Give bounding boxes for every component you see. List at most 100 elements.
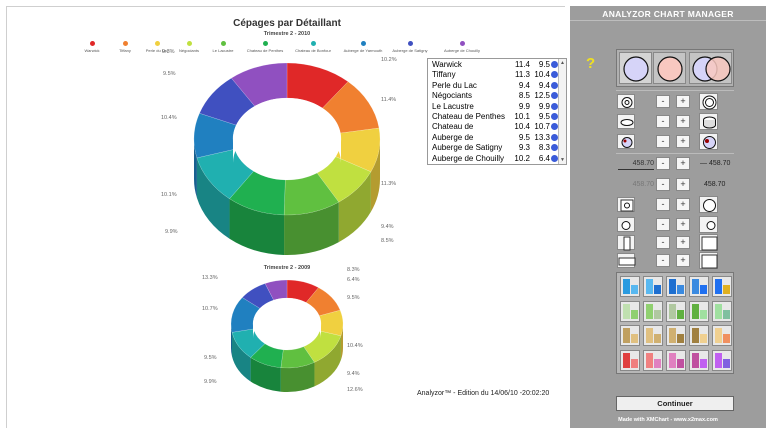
table-row[interactable]: Négociants 8.5 12.5 (430, 91, 558, 102)
palette-bar (669, 303, 676, 319)
row-value-2009: 9.5 (538, 112, 550, 121)
table-scrollbar[interactable]: ▲ ▼ (558, 59, 566, 164)
palette-bar (715, 328, 722, 343)
pie-icon[interactable] (551, 81, 558, 89)
palette-swatch[interactable] (689, 325, 709, 346)
table-row[interactable]: Auberge de 9.5 13.3 (430, 133, 558, 144)
scroll-up-icon[interactable]: ▲ (559, 59, 566, 67)
value-field-1[interactable]: 458.70 (618, 157, 654, 170)
value-display-1: — 458.70 (700, 160, 731, 167)
palette-swatch[interactable] (666, 276, 686, 297)
pct-label: 11.3% (381, 181, 397, 187)
palette-swatch[interactable] (643, 325, 663, 346)
palette-swatch[interactable] (620, 325, 640, 346)
palette-bar (669, 352, 676, 368)
pct-label: 9.5% (163, 71, 176, 77)
row-name: Warwick (432, 60, 462, 69)
plus-button[interactable]: + (676, 135, 690, 148)
large-circle-icon (699, 196, 718, 213)
pie-icon[interactable] (551, 61, 558, 68)
plus-button[interactable]: + (676, 198, 690, 211)
pct-label: 10.1% (161, 192, 177, 198)
plus-button[interactable]: + (676, 157, 690, 170)
minus-button[interactable]: - (656, 218, 670, 231)
value-control-1: 458.70 - + — 458.70 (616, 155, 734, 173)
palette-bar (723, 358, 730, 368)
palette-bar (654, 358, 661, 368)
palette-bar (715, 352, 722, 368)
help-icon[interactable]: ? (586, 55, 595, 72)
minus-button[interactable]: - (656, 115, 670, 128)
table-row[interactable]: Auberge de Chouilly 10.2 6.4 (430, 154, 558, 164)
pie-icon[interactable] (551, 102, 558, 110)
dot-circle-icon (617, 134, 635, 149)
palette-swatch[interactable] (666, 300, 686, 322)
single-pie-button[interactable] (619, 52, 652, 84)
table-row[interactable]: Chateau de 10.4 10.7 (430, 122, 558, 133)
data-table[interactable]: Warwick 11.4 9.5 Tiffany 11.3 10.4 Perle du La… (427, 58, 567, 165)
pie-icon[interactable] (551, 92, 558, 100)
palette-swatch[interactable] (620, 300, 640, 322)
pie-icon[interactable] (551, 133, 558, 141)
minus-button[interactable]: - (656, 157, 670, 170)
palette-swatch[interactable] (620, 276, 640, 297)
palette-swatch[interactable] (712, 325, 732, 346)
palette-swatch[interactable] (712, 300, 732, 322)
minus-button[interactable]: - (656, 198, 670, 211)
minus-button[interactable]: - (656, 236, 670, 249)
palette-swatch[interactable] (643, 349, 663, 371)
palette-bar (669, 328, 676, 343)
plus-button[interactable]: + (676, 218, 690, 231)
palette-swatch[interactable] (689, 276, 709, 297)
pie-icon[interactable] (551, 154, 558, 162)
palette-swatch[interactable] (689, 300, 709, 322)
palette-bar (723, 285, 730, 294)
palette-swatch[interactable] (666, 325, 686, 346)
row-name: Auberge de Satigny (432, 143, 503, 153)
minus-button[interactable]: - (656, 95, 670, 108)
pie-icon[interactable] (551, 123, 558, 131)
pct-label: 10.4% (161, 115, 177, 121)
palette-swatch[interactable] (643, 300, 663, 322)
row-value-2010: 11.4 (515, 60, 530, 69)
edition-footer: Analyzor™ - Edition du 14/06/10 -20:02:2… (417, 390, 550, 397)
value-field-2[interactable]: 458.70 (618, 178, 654, 191)
plus-button[interactable]: + (676, 115, 690, 128)
palette-swatch[interactable] (643, 276, 663, 297)
double-pie-button[interactable] (689, 52, 732, 84)
table-row[interactable]: Warwick 11.4 9.5 (430, 60, 558, 71)
row-name: Chateau de Penthes (432, 112, 505, 121)
plus-button[interactable]: + (676, 178, 690, 191)
palette-swatch[interactable] (712, 349, 732, 371)
palette-swatch[interactable] (689, 349, 709, 371)
width-control: - + (616, 252, 734, 270)
continue-button[interactable]: Continuer (616, 396, 734, 411)
pink-pie-button[interactable] (653, 52, 686, 84)
row-value-2009: 8.3 (538, 143, 550, 153)
plus-button[interactable]: + (676, 95, 690, 108)
plus-button[interactable]: + (676, 236, 690, 249)
row-value-2010: 8.5 (518, 91, 530, 101)
plus-button[interactable]: + (676, 254, 690, 267)
palette-swatch[interactable] (666, 349, 686, 371)
table-row[interactable]: Auberge de Satigny 9.3 8.3 (430, 143, 558, 154)
table-row[interactable]: Le Lacustre 9.9 9.9 (430, 102, 558, 113)
palette-bar (646, 279, 653, 294)
table-row[interactable]: Chateau de Penthes 10.1 9.5 (430, 112, 558, 123)
palette-bar (700, 309, 707, 319)
pie-icon[interactable] (551, 144, 558, 152)
palette-bar (677, 309, 684, 319)
minus-button[interactable]: - (656, 178, 670, 191)
scroll-down-icon[interactable]: ▼ (559, 156, 566, 164)
row-value-2009: 9.5 (538, 60, 550, 69)
table-row[interactable]: Perle du Lac 9.4 9.4 (430, 81, 558, 92)
palette-swatch[interactable] (620, 349, 640, 371)
circle-icon (623, 56, 649, 82)
palette-swatch[interactable] (712, 276, 732, 297)
minus-button[interactable]: - (656, 254, 670, 267)
minus-button[interactable]: - (656, 135, 670, 148)
pie-icon[interactable] (551, 113, 558, 120)
table-row[interactable]: Tiffany 11.3 10.4 (430, 70, 558, 81)
pct-label: 9.5% (347, 295, 360, 301)
pie-icon[interactable] (551, 71, 558, 79)
